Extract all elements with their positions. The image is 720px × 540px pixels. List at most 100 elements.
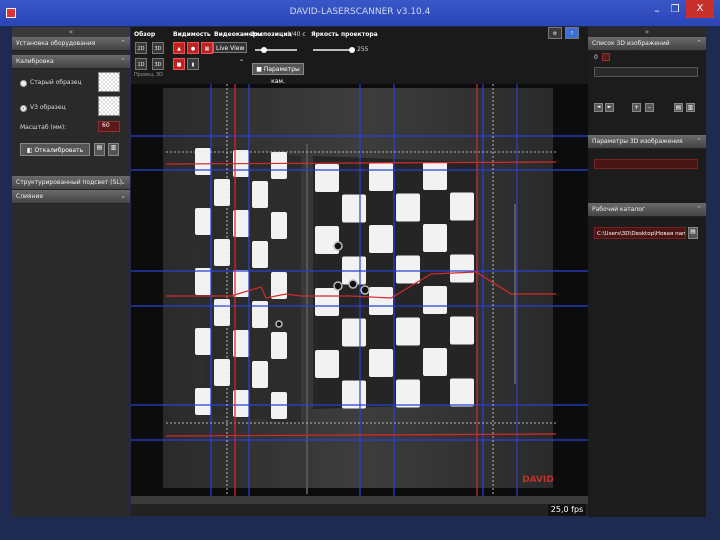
help-icon[interactable]: ? — [565, 27, 579, 39]
visibility-camera-icon[interactable]: ■ — [173, 58, 185, 70]
checker-square — [396, 379, 420, 408]
view-3d-button[interactable]: 3D — [152, 42, 164, 54]
camera-image: DAVID — [131, 84, 588, 496]
chevron-icon: ⌃ — [120, 57, 126, 65]
checker-square — [423, 162, 447, 190]
brightness-header: Яркость проектора — [311, 31, 378, 38]
checker-square — [450, 316, 474, 345]
close-button[interactable]: X — [686, 0, 714, 18]
checker-square — [342, 318, 366, 347]
visibility-laser-icon[interactable]: ▲ — [173, 42, 185, 54]
view-label-left: Проекц. — [134, 72, 156, 78]
list3d-body: 0 ◄ ► + – ▤ ▥ — [588, 51, 706, 121]
videocam-dropdown[interactable]: Live View ⌄ — [213, 42, 247, 63]
camera-params-label: Параметры кам. — [263, 66, 300, 85]
checker-square — [214, 299, 230, 326]
old-pattern-radio[interactable] — [20, 80, 27, 87]
scale-input[interactable]: 60 — [98, 121, 120, 132]
merge-icon[interactable]: ▥ — [686, 103, 695, 112]
list3d-label: Список 3D изображений — [592, 40, 670, 47]
nav-next-button[interactable]: ► — [605, 103, 614, 112]
checker-square — [423, 224, 447, 252]
nav-prev-button[interactable]: ◄ — [594, 103, 603, 112]
chevron-icon: ⌄ — [120, 192, 126, 200]
window-title: DAVID-LASERSCANNER v3.10.4 — [289, 7, 431, 17]
section-calibration-label: Калибровка — [16, 58, 54, 65]
section-sl-label: Структурированный подсвет (SL) — [16, 179, 123, 186]
watermark: DAVID — [522, 475, 554, 485]
checker-square — [369, 163, 393, 191]
brightness-slider[interactable] — [313, 49, 353, 51]
chevron-icon: ⌃ — [696, 205, 702, 213]
checker-square — [195, 208, 211, 235]
section-sl-header[interactable]: Структурированный подсвет (SL) ⌄ — [12, 176, 130, 190]
checker-square — [342, 380, 366, 409]
minimize-button[interactable]: – — [648, 4, 666, 20]
workdir-header[interactable]: Рабочий каталог ⌃ — [588, 203, 706, 217]
params3d-label: Параметры 3D изображения — [592, 138, 683, 145]
settings-gear-icon[interactable]: ⚙ — [548, 27, 562, 39]
workdir-label: Рабочий каталог — [592, 206, 646, 213]
visibility-header: Видимость — [173, 31, 211, 38]
folder-browse-icon[interactable]: ▤ — [688, 227, 698, 239]
section-fusion-header[interactable]: Слияние ⌄ — [12, 190, 130, 204]
visibility-grid-icon[interactable]: ▦ — [201, 42, 213, 54]
checker-square — [315, 350, 339, 378]
chevron-icon: ⌃ — [120, 39, 126, 47]
list3d-field[interactable] — [594, 67, 698, 77]
params3d-header[interactable]: Параметры 3D изображения ⌃ — [588, 135, 706, 149]
checker-square — [450, 192, 474, 221]
checker-square — [369, 225, 393, 253]
exposure-slider-knob[interactable] — [261, 47, 267, 53]
load-calibration-icon[interactable]: ▥ — [108, 143, 119, 156]
section-hardware-header[interactable]: Установка оборудования ⌃ — [12, 37, 130, 51]
workdir-path-field[interactable]: C:\Users\3D\Desktop\Новая папка — [594, 227, 686, 239]
chevron-down-icon: ⌄ — [238, 56, 244, 63]
checker-square — [450, 254, 474, 283]
brightness-value: 255 — [357, 46, 369, 53]
checker-square — [396, 193, 420, 222]
view-label-right: 3D — [156, 72, 164, 78]
view-3d-alt-button[interactable]: 3D — [152, 58, 164, 70]
visibility-marker-icon[interactable]: ▮ — [187, 58, 199, 70]
checker-square — [252, 361, 268, 388]
checker-square — [195, 328, 211, 355]
checker-square — [214, 179, 230, 206]
remove-button[interactable]: – — [645, 103, 654, 112]
v3-pattern-label: V3 образец — [30, 104, 66, 111]
old-pattern-thumbnail[interactable] — [98, 72, 120, 92]
visibility-eye-icon[interactable]: ● — [187, 42, 199, 54]
v3-pattern-radio[interactable] — [20, 105, 27, 112]
left-panel-collapse-button[interactable]: « — [12, 27, 130, 37]
camera-viewport[interactable]: DAVID — [131, 84, 588, 496]
maximize-button[interactable]: ❐ — [666, 4, 684, 20]
calibrate-button[interactable]: ◧ Откалибровать — [20, 143, 90, 156]
checker-square — [450, 378, 474, 407]
checker-square — [252, 181, 268, 208]
checker-square — [195, 388, 211, 415]
list3d-color-swatch[interactable] — [602, 53, 610, 61]
save-calibration-icon[interactable]: ▤ — [94, 143, 105, 156]
checker-square — [252, 301, 268, 328]
params3d-field[interactable] — [594, 159, 698, 169]
checker-square — [396, 317, 420, 346]
view-2d-button[interactable]: 2D — [135, 42, 147, 54]
list3d-header[interactable]: Список 3D изображений ⌃ — [588, 37, 706, 51]
checker-square — [423, 348, 447, 376]
calibrate-label: Откалибровать — [34, 147, 84, 154]
exposure-value: 1/40 с — [287, 31, 306, 38]
scale-label: Масштаб (мм): — [20, 124, 67, 131]
section-calibration-header[interactable]: Калибровка ⌃ — [12, 55, 130, 69]
fps-readout: 25,0 fps — [548, 504, 586, 516]
v3-pattern-thumbnail[interactable] — [98, 96, 120, 116]
camera-params-button[interactable]: ■ Параметры кам. — [252, 63, 304, 85]
view-1d-button[interactable]: 1D — [135, 58, 147, 70]
workdir-body: C:\Users\3D\Desktop\Новая папка ▤ — [588, 217, 706, 247]
view-header: Обзор — [134, 31, 156, 38]
right-panel-collapse-button[interactable]: » — [588, 27, 706, 37]
export-icon[interactable]: ▤ — [674, 103, 683, 112]
brightness-slider-knob[interactable] — [349, 47, 355, 53]
checker-square — [369, 349, 393, 377]
checker-square — [369, 287, 393, 315]
add-button[interactable]: + — [632, 103, 641, 112]
